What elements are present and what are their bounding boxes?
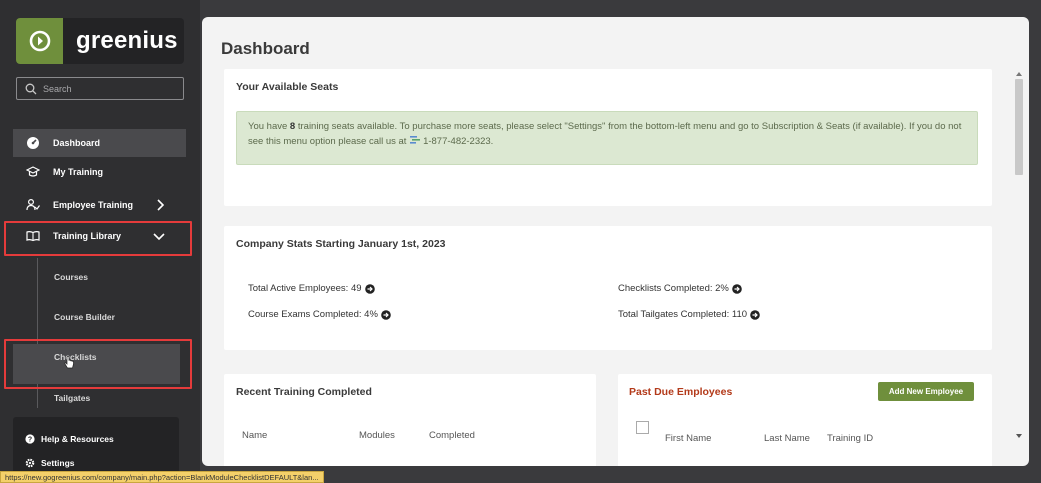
highlight-checklists [4, 339, 192, 389]
arrow-circle-right-icon [732, 283, 742, 294]
select-all-checkbox[interactable] [636, 421, 649, 434]
stat-checklists-completed[interactable]: Checklists Completed: 2% [618, 283, 742, 294]
stat-label: Total Active Employees: 49 [248, 283, 362, 294]
dashboard-icon [25, 135, 41, 151]
sidebar-subitem-label: Courses [54, 272, 89, 282]
sidebar-item-label: My Training [53, 167, 104, 177]
sidebar-subitem-course-builder[interactable]: Course Builder [13, 303, 186, 331]
arrow-circle-right-icon [750, 309, 760, 320]
search-box[interactable] [16, 77, 184, 100]
content-scrollbar[interactable] [1014, 71, 1024, 443]
stat-label: Course Exams Completed: 4% [248, 309, 378, 320]
column-header-training-id[interactable]: Training ID [827, 433, 873, 444]
gear-icon [25, 458, 35, 468]
sidebar-item-employee-training[interactable]: Employee Training [13, 191, 186, 219]
greenius-logo-icon [16, 18, 63, 64]
available-seats-card: Your Available Seats You have 8 training… [224, 69, 992, 206]
seats-alert: You have 8 training seats available. To … [236, 111, 978, 165]
seats-text-main: training seats available. To purchase mo… [248, 121, 962, 147]
page-title: Dashboard [221, 39, 310, 58]
company-stats-title: Company Stats Starting January 1st, 2023 [236, 238, 446, 250]
sidebar-item-my-training[interactable]: My Training [13, 158, 186, 186]
column-header-name[interactable]: Name [242, 430, 267, 441]
brand-name: greenius [76, 27, 178, 54]
recent-training-card: Recent Training Completed Name Modules C… [224, 374, 596, 466]
stat-label: Total Tailgates Completed: 110 [618, 309, 748, 320]
company-stats-card: Company Stats Starting January 1st, 2023… [224, 226, 992, 350]
help-resources-link[interactable]: ? Help & Resources [25, 434, 114, 444]
sidebar-subitem-tailgates[interactable]: Tailgates [13, 384, 186, 412]
add-new-employee-button[interactable]: Add New Employee [878, 382, 974, 401]
arrow-circle-right-icon [364, 283, 375, 294]
sidebar-item-label: Employee Training [53, 200, 134, 210]
column-header-first-name[interactable]: First Name [665, 433, 711, 444]
scrollbar-thumb[interactable] [1015, 79, 1023, 175]
search-icon [25, 83, 37, 94]
sidebar-item-label: Dashboard [53, 138, 101, 148]
seats-text-prefix: You have [248, 121, 290, 132]
scroll-up-arrow-icon[interactable] [1016, 71, 1022, 76]
help-resources-label: Help & Resources [41, 434, 114, 444]
recent-training-title: Recent Training Completed [236, 386, 372, 398]
svg-text:?: ? [28, 437, 32, 444]
stat-total-tailgates-completed[interactable]: Total Tailgates Completed: 110 [618, 309, 760, 320]
column-header-modules[interactable]: Modules [359, 430, 395, 441]
sidebar-subitem-label: Tailgates [54, 393, 91, 403]
highlight-training-library [4, 221, 192, 256]
graduation-cap-icon [25, 164, 41, 180]
column-header-completed[interactable]: Completed [429, 430, 475, 441]
stat-course-exams-completed[interactable]: Course Exams Completed: 4% [248, 309, 391, 320]
stat-label: Checklists Completed: 2% [618, 283, 729, 294]
search-input[interactable] [43, 83, 173, 94]
scroll-down-arrow-icon[interactable] [1016, 434, 1022, 439]
sidebar-item-dashboard[interactable]: Dashboard [13, 129, 186, 157]
stat-total-active-employees[interactable]: Total Active Employees: 49 [248, 283, 375, 294]
status-bar-url: https://new.gogreenius.com/company/main.… [0, 471, 324, 483]
settings-label: Settings [41, 458, 75, 468]
sidebar: greenius Dashboard My Training Employee … [0, 0, 200, 483]
dashboard-content: Your Available Seats You have 8 training… [202, 69, 1029, 466]
column-header-last-name[interactable]: Last Name [764, 433, 810, 444]
past-due-title: Past Due Employees [629, 386, 733, 398]
settings-link[interactable]: Settings [25, 458, 75, 468]
past-due-employees-card: Past Due Employees Add New Employee Firs… [618, 374, 992, 466]
chevron-right-icon [157, 199, 165, 211]
seats-card-title: Your Available Seats [236, 81, 339, 93]
brand-logo[interactable]: greenius [16, 18, 184, 64]
main-panel: Dashboard Your Available Seats You have … [202, 17, 1029, 466]
sidebar-subitem-courses[interactable]: Courses [13, 263, 186, 291]
support-phone-link[interactable]: 1-877-482-2323. [423, 136, 493, 147]
help-icon: ? [25, 434, 35, 444]
sidebar-subitem-label: Course Builder [54, 312, 115, 322]
arrow-circle-right-icon [381, 309, 391, 320]
users-icon [25, 197, 41, 213]
phone-link-icon [410, 136, 421, 144]
